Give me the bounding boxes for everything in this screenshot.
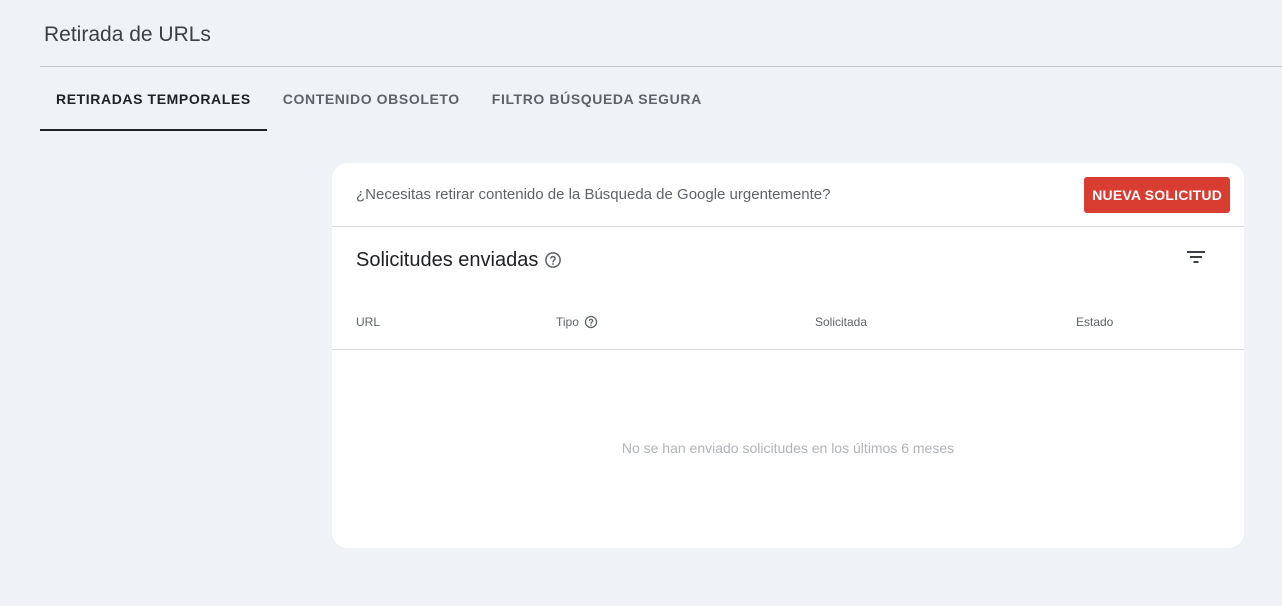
filter-button[interactable] [1184, 247, 1208, 271]
page: Retirada de URLs RETIRADAS TEMPORALES CO… [0, 0, 1282, 606]
column-label: Solicitada [815, 315, 868, 329]
page-title: Retirada de URLs [44, 23, 211, 46]
column-header-tipo[interactable]: Tipo [556, 314, 598, 330]
tab-bar: RETIRADAS TEMPORALES CONTENIDO OBSOLETO … [40, 67, 718, 131]
column-header-estado[interactable]: Estado [1076, 314, 1113, 330]
column-header-url[interactable]: URL [356, 314, 380, 330]
help-circle-icon[interactable] [544, 251, 562, 269]
help-circle-icon[interactable] [584, 315, 598, 329]
column-label: Tipo [556, 315, 579, 329]
tab-contenido-obsoleto[interactable]: CONTENIDO OBSOLETO [267, 67, 476, 131]
column-header-solicitada[interactable]: Solicitada [815, 314, 867, 330]
section-title: Solicitudes enviadas [356, 249, 539, 271]
tab-retiradas-temporales[interactable]: RETIRADAS TEMPORALES [40, 67, 267, 131]
urgent-removal-banner: ¿Necesitas retirar contenido de la Búsqu… [332, 163, 1244, 227]
banner-text: ¿Necesitas retirar contenido de la Búsqu… [356, 186, 831, 203]
column-label: URL [356, 315, 381, 329]
new-request-button[interactable]: NUEVA SOLICITUD [1084, 177, 1230, 213]
filter-list-icon [1186, 249, 1206, 270]
tab-filtro-busqueda-segura[interactable]: FILTRO BÚSQUEDA SEGURA [476, 67, 718, 131]
empty-state-message: No se han enviado solicitudes en los últ… [621, 440, 955, 456]
requests-card: ¿Necesitas retirar contenido de la Búsqu… [332, 163, 1244, 548]
table-header: URL Tipo Solicitada Estado [332, 300, 1244, 350]
section-header: Solicitudes enviadas [356, 247, 562, 273]
column-label: Estado [1076, 315, 1114, 329]
